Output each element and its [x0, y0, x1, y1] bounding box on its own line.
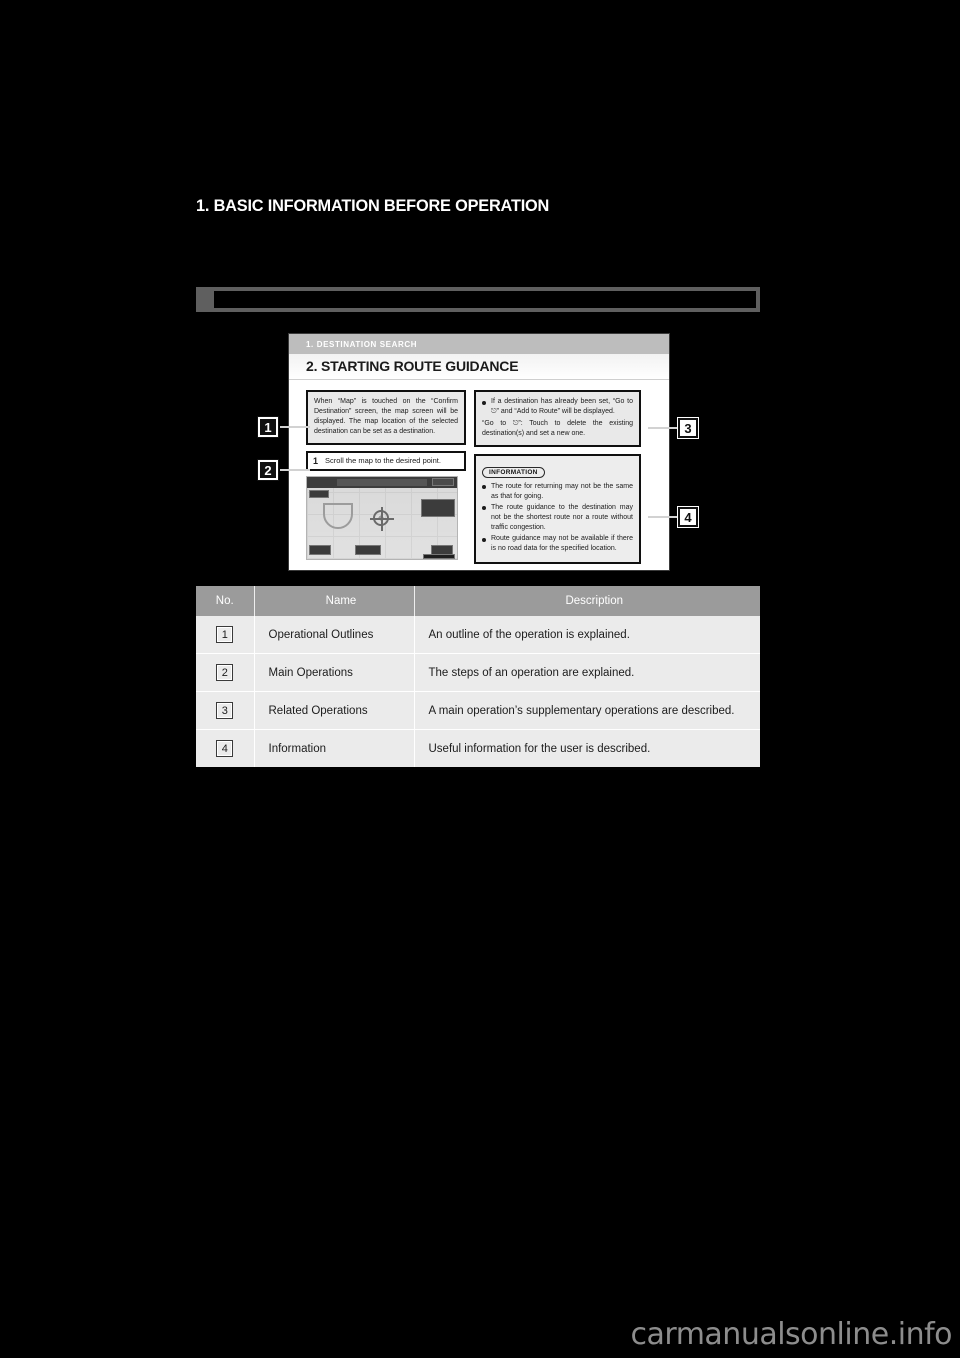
row-no-cell: 1: [196, 616, 255, 654]
callout-leader-line-3: [648, 427, 680, 429]
table-header-row: No. Name Description: [196, 586, 760, 616]
sample-left-column: When “Map” is touched on the “Confirm De…: [306, 390, 466, 564]
row-description-cell: Useful information for the user is descr…: [414, 729, 760, 767]
information-badge: INFORMATION: [482, 466, 545, 478]
page-title: 1. BASIC INFORMATION BEFORE OPERATION: [196, 196, 550, 215]
row-description-cell: The steps of an operation are explained.: [414, 653, 760, 692]
section-header-bar: [196, 287, 760, 312]
related-note: “Go to ⎋”: Touch to delete the existing …: [482, 420, 633, 438]
table-row: 1 Operational Outlines An outline of the…: [196, 616, 760, 654]
table-row: 4 Information Useful information for the…: [196, 729, 760, 767]
sample-right-column: If a destination has already been set, “…: [474, 390, 641, 564]
number-badge: 2: [216, 664, 234, 681]
table-row: 3 Related Operations A main operation’s …: [196, 691, 760, 730]
number-badge: 4: [216, 740, 234, 757]
section-bar-accent: [196, 287, 214, 312]
number-badge: 1: [216, 626, 234, 643]
list-item: The route guidance to the destination ma…: [482, 503, 633, 533]
related-bullet-list: If a destination has already been set, “…: [482, 397, 633, 417]
related-operations-box: If a destination has already been set, “…: [474, 390, 641, 447]
row-name-cell: Operational Outlines: [254, 616, 415, 654]
map-road-shape: [323, 502, 353, 529]
row-no-cell: 3: [196, 691, 255, 730]
list-item: The route for returning may not be the s…: [482, 482, 633, 502]
main-operation-step: 1 Scroll the map to the desired point.: [306, 450, 466, 471]
sample-columns: When “Map” is touched on the “Confirm De…: [289, 380, 669, 564]
section-heading: [214, 291, 756, 308]
callout-leader-line-1: [280, 426, 310, 428]
sample-subheading: 1. DESTINATION SEARCH: [289, 334, 669, 354]
navigation-map-screenshot: [306, 475, 458, 560]
information-box: INFORMATION The route for returning may …: [474, 453, 641, 564]
site-watermark: carmanualsonline.info: [630, 1317, 953, 1352]
column-header-description: Description: [414, 586, 760, 616]
map-zoom-label-icon: [309, 489, 329, 498]
callout-leader-line-4: [648, 516, 680, 518]
information-bullet-list: The route for returning may not be the s…: [482, 482, 633, 555]
callout-marker-1: 1: [258, 417, 278, 437]
row-name-cell: Information: [254, 729, 415, 767]
row-name-cell: Related Operations: [254, 691, 415, 730]
map-button-left: [309, 544, 331, 555]
number-badge: 3: [216, 702, 234, 719]
callout-marker-4: 4: [678, 507, 698, 527]
callout-marker-3: 3: [678, 418, 698, 438]
table-row: 2 Main Operations The steps of an operat…: [196, 653, 760, 692]
manual-page: 1. BASIC INFORMATION BEFORE OPERATION 1.…: [0, 0, 960, 1358]
operational-outline-box: When “Map” is touched on the “Confirm De…: [306, 390, 466, 445]
row-no-cell: 4: [196, 729, 255, 767]
map-button-center: [355, 544, 381, 555]
step-number: 1: [313, 455, 319, 466]
table-body: 1 Operational Outlines An outline of the…: [196, 616, 760, 767]
row-no-cell: 2: [196, 653, 255, 692]
list-item: If a destination has already been set, “…: [482, 397, 633, 417]
map-back-button-icon: [432, 477, 454, 486]
map-crosshair-icon: [370, 506, 394, 531]
sample-manual-page: 1. DESTINATION SEARCH 2. STARTING ROUTE …: [288, 333, 670, 571]
list-item: Route guidance may not be available if t…: [482, 534, 633, 554]
row-description-cell: An outline of the operation is explained…: [414, 616, 760, 654]
map-status-strip: [423, 553, 455, 559]
column-header-name: Name: [254, 586, 415, 616]
column-header-no: No.: [196, 586, 255, 616]
callout-marker-2: 2: [258, 460, 278, 480]
map-info-panel: [421, 498, 455, 517]
row-description-cell: A main operation’s supplementary operati…: [414, 691, 760, 730]
table-head: No. Name Description: [196, 586, 760, 616]
step-text: Scroll the map to the desired point.: [325, 456, 441, 466]
sample-heading: 2. STARTING ROUTE GUIDANCE: [289, 354, 669, 380]
sample-page-figure: 1. DESTINATION SEARCH 2. STARTING ROUTE …: [196, 330, 760, 575]
legend-table: No. Name Description 1 Operational Outli…: [196, 586, 760, 767]
row-name-cell: Main Operations: [254, 653, 415, 692]
callout-leader-line-2: [280, 469, 310, 471]
